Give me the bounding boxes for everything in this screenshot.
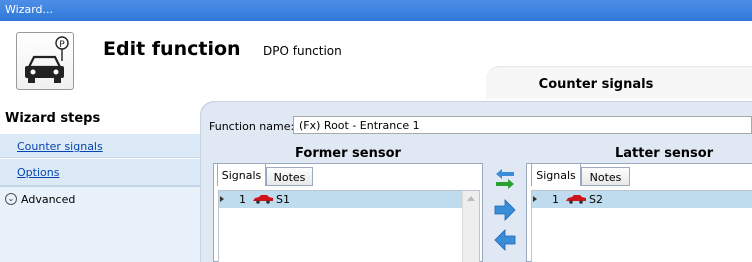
row-signal: S1 bbox=[276, 193, 290, 206]
page-title: Edit function bbox=[103, 38, 241, 60]
former-sensor-panel: Signals Notes 1 S1 bbox=[213, 163, 483, 262]
sidebar-item-options[interactable]: Options bbox=[0, 159, 200, 186]
tab-counter-signals-label: Counter signals bbox=[538, 77, 654, 92]
window-title: Wizard... bbox=[5, 3, 54, 16]
svg-text:P: P bbox=[59, 40, 65, 50]
window-title-bar: Wizard... bbox=[0, 0, 752, 21]
row-signal: S2 bbox=[589, 193, 603, 206]
latter-sensor-panel: Signals Notes 1 S2 bbox=[526, 163, 752, 262]
tab-counter-signals[interactable]: Counter signals bbox=[486, 66, 752, 99]
swap-arrows-icon bbox=[496, 169, 514, 189]
sidebar-item-counter-signals[interactable]: Counter signals bbox=[0, 134, 200, 158]
row-index: 1 bbox=[552, 193, 559, 206]
sidebar-link-options[interactable]: Options bbox=[17, 166, 59, 179]
car-icon bbox=[565, 194, 587, 207]
latter-sensor-title: Latter sensor bbox=[615, 146, 714, 161]
list-item[interactable]: 1 S1 bbox=[219, 191, 462, 208]
latter-signal-list: 1 S2 bbox=[531, 190, 752, 262]
move-left-button[interactable] bbox=[494, 229, 516, 251]
row-index: 1 bbox=[239, 193, 246, 206]
former-tab-signals[interactable]: Signals bbox=[217, 163, 266, 186]
move-right-button[interactable] bbox=[494, 199, 516, 221]
expand-circle-icon[interactable]: ⌄ bbox=[5, 193, 17, 205]
sidebar-link-counter-signals[interactable]: Counter signals bbox=[17, 140, 103, 153]
list-item[interactable]: 1 S2 bbox=[532, 191, 752, 208]
sidebar-item-advanced[interactable]: ⌄ Advanced bbox=[0, 186, 200, 262]
latter-tab-notes[interactable]: Notes bbox=[581, 167, 630, 186]
sidebar-advanced-label: Advanced bbox=[21, 193, 76, 206]
page-subtitle: DPO function bbox=[263, 44, 342, 58]
former-tab-notes[interactable]: Notes bbox=[266, 167, 313, 186]
former-signal-list: 1 S1 bbox=[218, 190, 480, 262]
sidebar-heading: Wizard steps bbox=[5, 111, 101, 126]
function-name-input[interactable]: (Fx) Root - Entrance 1 bbox=[293, 116, 752, 134]
function-name-label: Function name: bbox=[209, 120, 295, 133]
former-sensor-title: Former sensor bbox=[295, 146, 401, 161]
main-panel: Function name: (Fx) Root - Entrance 1 Fo… bbox=[200, 101, 752, 262]
row-pointer-icon bbox=[220, 196, 224, 202]
latter-tab-signals[interactable]: Signals bbox=[531, 163, 581, 186]
scroll-up-icon[interactable] bbox=[467, 196, 475, 201]
former-list-scrollbar[interactable] bbox=[462, 191, 479, 262]
arrow-left-icon bbox=[494, 229, 516, 251]
car-icon bbox=[252, 194, 274, 207]
swap-signals-button[interactable] bbox=[494, 168, 516, 190]
arrow-right-icon bbox=[494, 199, 516, 221]
wizard-sidebar: Wizard steps Counter signals Options ⌄ A… bbox=[0, 101, 200, 262]
row-pointer-icon bbox=[533, 196, 537, 202]
parking-car-icon: P bbox=[16, 32, 74, 90]
